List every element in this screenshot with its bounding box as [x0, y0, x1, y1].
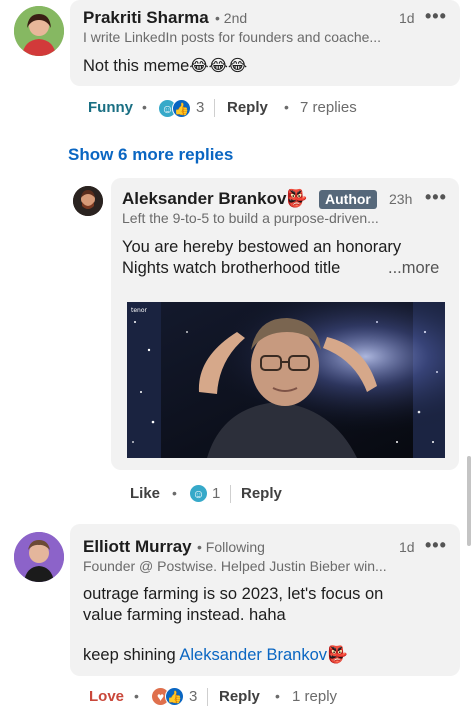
avatar-aleksander[interactable] [73, 186, 103, 216]
author-headline: Left the 9-to-5 to build a purpose-drive… [122, 210, 379, 226]
separator-dot: • [275, 688, 280, 704]
author-badge: Author [319, 190, 377, 209]
like-icon: 👍 [172, 99, 191, 118]
separator-dot: • [284, 99, 289, 115]
avatar-elliott[interactable] [14, 532, 64, 582]
comment-text-line3: keep shining Aleksander Brankov👺 [83, 645, 348, 666]
comment-text: Not this meme😂😂😂 [83, 56, 247, 77]
scrollbar-thumb[interactable] [467, 456, 471, 546]
reply-button[interactable]: Reply [219, 688, 260, 705]
comment-time: 1d [399, 539, 415, 555]
comment-text-line2: value farming instead. haha [83, 606, 286, 624]
connection-degree: • 2nd [215, 10, 248, 26]
comment-text-line1: outrage farming is so 2023, let's focus … [83, 585, 384, 603]
reaction-count[interactable]: 3 [196, 99, 204, 116]
reaction-count[interactable]: 1 [212, 485, 220, 502]
comment-time: 1d [399, 10, 415, 26]
author-headline: I write LinkedIn posts for founders and … [83, 29, 382, 45]
show-more-replies-link[interactable]: Show 6 more replies [68, 145, 233, 165]
replies-count-link[interactable]: 7 replies [300, 99, 357, 116]
reply-author-name-text: Aleksander Brankov [122, 189, 287, 208]
reply-author-name[interactable]: Aleksander Brankov👺 [122, 189, 308, 209]
comment-author-name[interactable]: Elliott Murray [83, 537, 192, 557]
reply-text-line1: You are hereby bestowed an honorary [122, 238, 402, 256]
more-options-icon[interactable]: ••• [425, 187, 447, 208]
replies-count-link[interactable]: 1 reply [292, 688, 337, 705]
mention-link[interactable]: Aleksander Brankov [179, 646, 327, 664]
author-headline: Founder @ Postwise. Helped Justin Bieber… [83, 558, 387, 574]
separator-dot: • [134, 688, 139, 704]
like-button[interactable]: Like [130, 485, 160, 502]
comment-text-body: Not this meme [83, 57, 190, 75]
action-divider [230, 485, 231, 503]
action-divider [214, 99, 215, 117]
reply-button[interactable]: Reply [241, 485, 282, 502]
more-options-icon[interactable]: ••• [425, 6, 447, 27]
goblin-emoji-icon: 👺 [327, 646, 348, 664]
gif-watermark: tenor [131, 307, 148, 314]
reaction-count[interactable]: 3 [189, 688, 197, 705]
goblin-emoji-icon: 👺 [286, 189, 308, 208]
more-options-icon[interactable]: ••• [425, 535, 447, 556]
reply-time: 23h [389, 191, 413, 207]
reply-gif-image[interactable]: tenor [127, 302, 445, 458]
funny-icon: ☺ [189, 484, 208, 503]
reply-button[interactable]: Reply [227, 99, 268, 116]
reply-text-line2: Nights watch brotherhood title [122, 259, 341, 277]
avatar-prakriti[interactable] [14, 6, 64, 56]
like-icon: 👍 [165, 687, 184, 706]
separator-dot: • [142, 99, 147, 115]
separator-dot: • [172, 485, 177, 501]
comment-author-name[interactable]: Prakriti Sharma [83, 8, 209, 28]
see-more-link[interactable]: ...more [388, 258, 439, 279]
reaction-button-love[interactable]: Love [89, 688, 124, 705]
following-status: • Following [197, 539, 265, 555]
laughing-emoji-icon: 😂😂😂 [189, 57, 248, 75]
action-divider [207, 688, 208, 706]
reaction-button-funny[interactable]: Funny [88, 99, 133, 116]
comment-text-shine: keep shining [83, 646, 176, 664]
